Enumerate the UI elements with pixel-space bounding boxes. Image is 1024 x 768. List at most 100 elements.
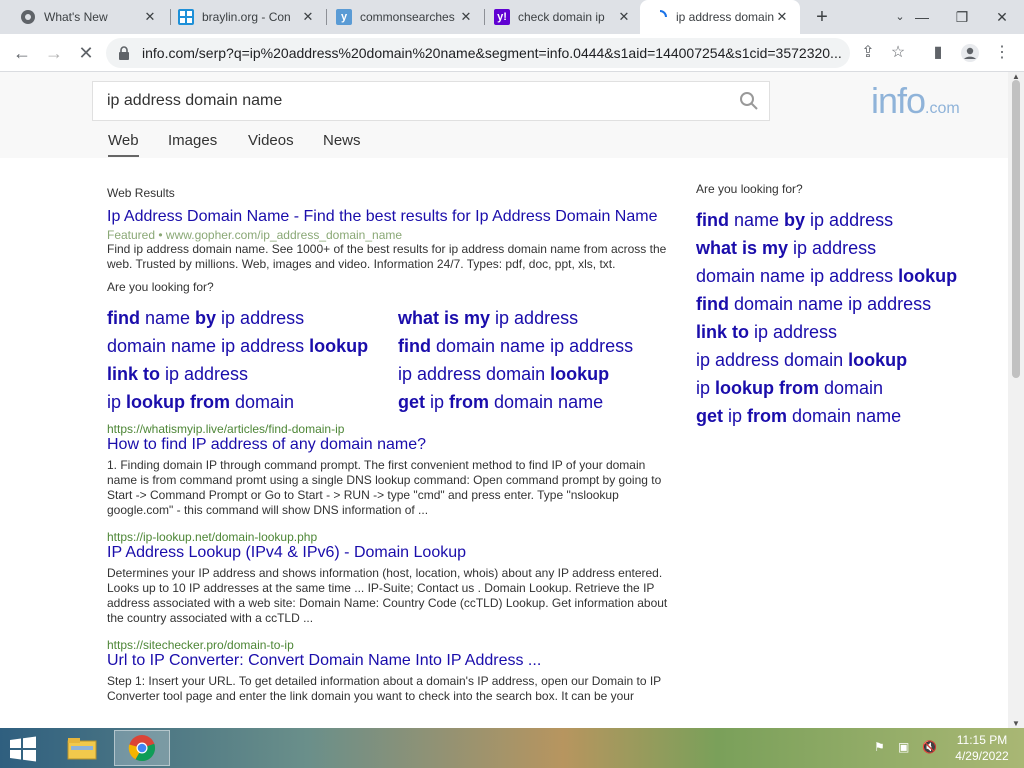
browser-toolbar: ← → ✕ info.com/serp?q=ip%20address%20dom… <box>0 34 1024 72</box>
share-icon[interactable]: ⇪ <box>854 39 882 67</box>
url-text: info.com/serp?q=ip%20address%20domain%20… <box>142 45 842 61</box>
tab-strip: What's New ✕ braylin.org - Con ✕ y commo… <box>0 0 1024 34</box>
yahoo-icon: y! <box>494 9 510 25</box>
keyword-link[interactable]: ip address domain lookup <box>398 364 668 384</box>
logo-main: info <box>871 80 926 121</box>
windows-taskbar: ⚑ ▣ 🔇 11:15 PM 4/29/2022 <box>0 728 1024 768</box>
start-button[interactable] <box>8 736 38 762</box>
search-icon[interactable] <box>729 91 769 111</box>
result-url[interactable]: https://sitechecker.pro/domain-to-ip <box>107 638 672 652</box>
featured-result-url: Featured • www.gopher.com/ip_address_dom… <box>107 228 403 242</box>
close-icon[interactable]: ✕ <box>616 9 632 25</box>
keyword-link[interactable]: what is my ip address <box>398 308 668 328</box>
system-clock[interactable]: 11:15 PM 4/29/2022 <box>950 732 1014 764</box>
chrome-icon <box>128 735 156 762</box>
tab-videos[interactable]: Videos <box>248 132 294 149</box>
keyword-grid: find name by ip address what is my ip ad… <box>107 308 672 412</box>
logo-suffix: .com <box>925 100 960 117</box>
side-panel-icon[interactable]: ▮ <box>924 39 952 67</box>
vertical-scrollbar[interactable]: ▲ ▼ <box>1008 72 1024 728</box>
clock-date: 4/29/2022 <box>955 749 1009 763</box>
profile-avatar-icon[interactable] <box>956 39 984 67</box>
result-desc: 1. Finding domain IP through command pro… <box>107 458 662 517</box>
tab-braylin[interactable]: braylin.org - Con ✕ <box>166 0 326 34</box>
sidebar-keyword-link[interactable]: domain name ip address lookup <box>696 266 996 286</box>
search-header: ip address domain name info.com Web Imag… <box>0 72 1008 158</box>
result-desc: Step 1: Insert your URL. To get detailed… <box>107 674 661 703</box>
file-explorer-button[interactable] <box>54 730 110 766</box>
keyword-link[interactable]: find domain name ip address <box>398 336 668 356</box>
related-searches-sidebar: Are you looking for? find name by ip add… <box>696 182 996 434</box>
keyword-link[interactable]: get ip from domain name <box>398 392 668 412</box>
close-icon[interactable]: ✕ <box>458 9 474 25</box>
search-result: https://sitechecker.pro/domain-to-ip Url… <box>107 638 672 704</box>
menu-icon[interactable]: ⋮ <box>988 39 1016 67</box>
bookmark-star-icon[interactable]: ☆ <box>884 39 912 67</box>
tab-images[interactable]: Images <box>168 132 217 149</box>
keyword-link[interactable]: domain name ip address lookup <box>107 336 398 356</box>
tab-title: check domain ip <box>518 10 605 24</box>
windows-icon <box>178 9 194 25</box>
action-center-flag-icon[interactable]: ⚑ <box>874 740 885 754</box>
scrollbar-thumb[interactable] <box>1012 80 1020 378</box>
volume-muted-icon[interactable]: 🔇 <box>922 740 937 754</box>
page-content: ip address domain name info.com Web Imag… <box>0 72 1008 728</box>
stop-button[interactable]: ✕ <box>72 39 100 67</box>
sidebar-keyword-link[interactable]: find domain name ip address <box>696 294 996 314</box>
close-window-button[interactable]: ✕ <box>982 0 1022 34</box>
back-button[interactable]: ← <box>8 39 36 67</box>
close-icon[interactable]: ✕ <box>300 9 316 25</box>
search-result: https://whatismyip.live/articles/find-do… <box>107 422 672 518</box>
tab-web[interactable]: Web <box>108 132 139 157</box>
tab-title: ip address domain <box>676 10 774 24</box>
chrome-taskbar-button[interactable] <box>114 730 170 766</box>
sidebar-keyword-link[interactable]: what is my ip address <box>696 238 996 258</box>
result-title[interactable]: Url to IP Converter: Convert Domain Name… <box>107 652 672 670</box>
keyword-link[interactable]: link to ip address <box>107 364 398 384</box>
sidebar-keyword-link[interactable]: get ip from domain name <box>696 406 996 426</box>
tab-news[interactable]: News <box>323 132 361 149</box>
tab-whats-new[interactable]: What's New ✕ <box>8 0 168 34</box>
sidebar-keyword-link[interactable]: link to ip address <box>696 322 996 342</box>
sidebar-keyword-link[interactable]: ip lookup from domain <box>696 378 996 398</box>
network-icon[interactable]: ▣ <box>898 740 909 754</box>
web-results-label: Web Results <box>107 186 175 200</box>
result-desc: Determines your IP address and shows inf… <box>107 566 668 625</box>
minimize-button[interactable]: — <box>902 0 942 34</box>
new-tab-button[interactable]: + <box>810 5 834 29</box>
sidebar-keyword-link[interactable]: find name by ip address <box>696 210 996 230</box>
clock-time: 11:15 PM <box>956 733 1008 747</box>
main-results: Web Results Ip Address Domain Name - Fin… <box>107 186 672 704</box>
featured-result-title[interactable]: Ip Address Domain Name - Find the best r… <box>107 208 672 226</box>
looking-for-label: Are you looking for? <box>107 280 214 294</box>
tab-ip-address-domain[interactable]: ip address domain ✕ <box>640 0 800 34</box>
tab-commonsearches[interactable]: y commonsearches ✕ <box>324 0 484 34</box>
tab-title: What's New <box>44 10 108 24</box>
folder-icon <box>67 738 97 760</box>
tab-title: commonsearches <box>360 10 455 24</box>
restore-button[interactable]: ❐ <box>942 0 982 34</box>
search-query: ip address domain name <box>107 92 283 109</box>
tab-check-domain-ip[interactable]: y! check domain ip ✕ <box>482 0 642 34</box>
sidebar-keyword-link[interactable]: ip address domain lookup <box>696 350 996 370</box>
keyword-link[interactable]: ip lookup from domain <box>107 392 398 412</box>
result-url[interactable]: https://whatismyip.live/articles/find-do… <box>107 422 672 436</box>
result-title[interactable]: How to find IP address of any domain nam… <box>107 436 672 454</box>
lock-icon <box>118 46 132 60</box>
search-result: https://ip-lookup.net/domain-lookup.php … <box>107 530 672 626</box>
info-logo[interactable]: info.com <box>871 80 960 122</box>
result-url[interactable]: https://ip-lookup.net/domain-lookup.php <box>107 530 672 544</box>
close-icon[interactable]: ✕ <box>142 9 158 25</box>
close-icon[interactable]: ✕ <box>774 9 790 25</box>
y-icon: y <box>336 9 352 25</box>
result-title[interactable]: IP Address Lookup (IPv4 & IPv6) - Domain… <box>107 544 672 562</box>
featured-result-desc: Find ip address domain name. See 1000+ o… <box>107 242 667 271</box>
chrome-icon <box>20 9 36 25</box>
address-bar[interactable]: info.com/serp?q=ip%20address%20domain%20… <box>106 38 850 68</box>
tab-title: braylin.org - Con <box>202 10 291 24</box>
featured-url[interactable]: www.gopher.com/ip_address_domain_name <box>166 228 402 242</box>
scroll-down-arrow[interactable]: ▼ <box>1008 719 1024 728</box>
keyword-link[interactable]: find name by ip address <box>107 308 398 328</box>
search-input[interactable]: ip address domain name <box>92 81 770 121</box>
forward-button[interactable]: → <box>40 39 68 67</box>
